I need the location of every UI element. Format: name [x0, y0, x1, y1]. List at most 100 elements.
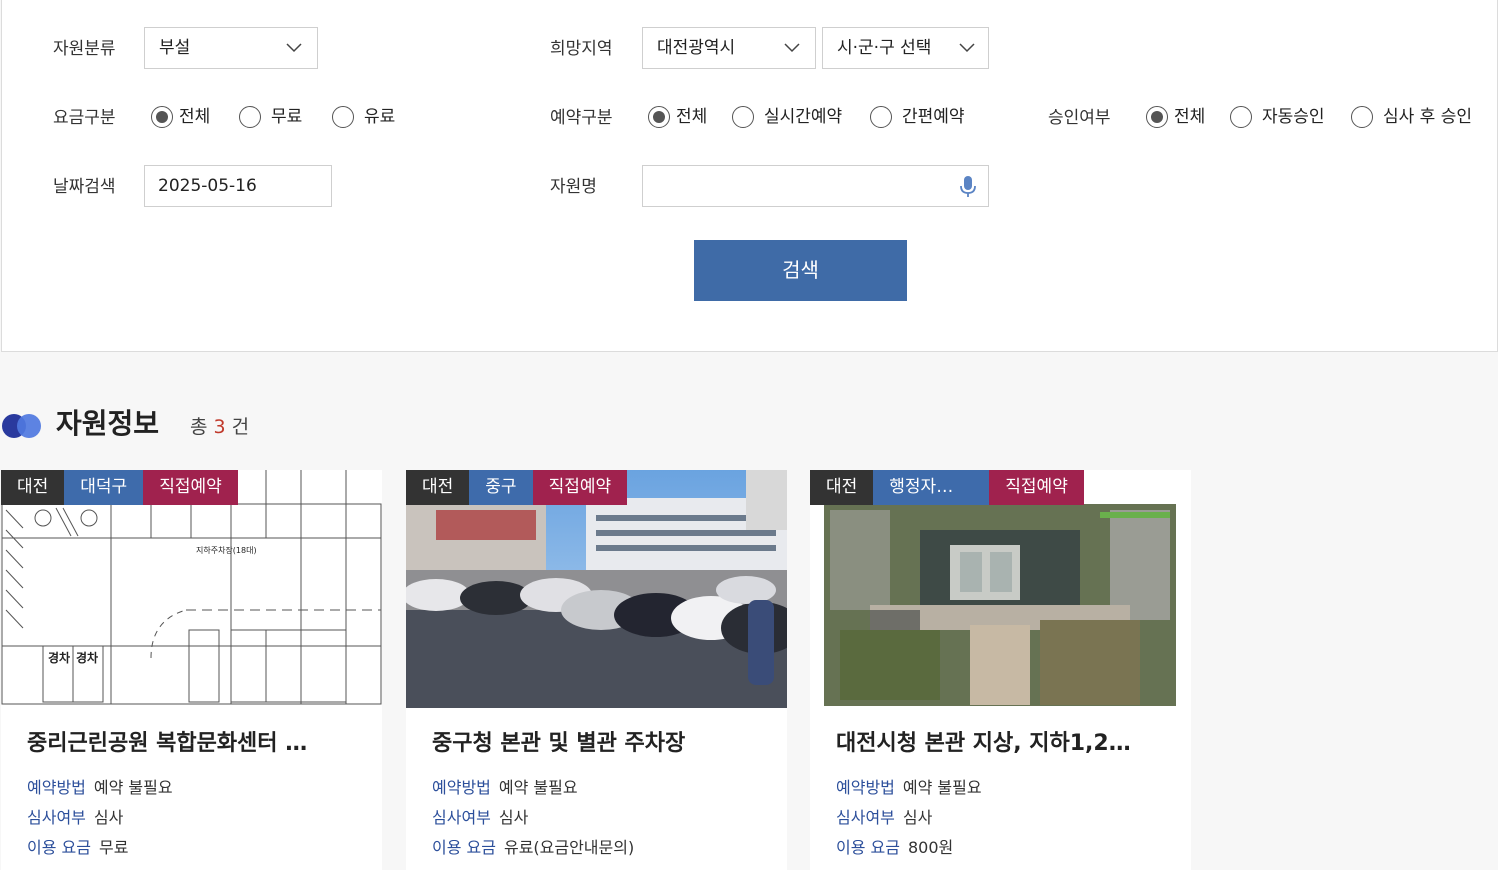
city-select[interactable]: 대전광역시: [642, 27, 816, 69]
info-key: 예약방법: [27, 778, 86, 797]
radio-label: 전체: [676, 107, 708, 127]
card-title[interactable]: 중구청 본관 및 별관 주차장: [432, 728, 685, 760]
resource-name-label: 자원명: [550, 177, 597, 197]
radio-label: 간편예약: [902, 107, 965, 127]
resource-type-label: 자원분류: [53, 39, 116, 59]
chevron-down-icon: [286, 43, 302, 53]
resource-card[interactable]: 대전 중구 직접예약 중구청 본관 및 별관 주차장 예약방법 예약 불필요 심사…: [406, 470, 787, 870]
badge-city: 대전: [406, 470, 470, 505]
info-value: 예약 불필요: [498, 778, 578, 797]
info-value: 800원: [907, 838, 954, 857]
info-key: 이용 요금: [836, 838, 900, 857]
info-value: 예약 불필요: [902, 778, 982, 797]
radio-label: 실시간예약: [764, 107, 843, 127]
info-key: 심사여부: [432, 808, 491, 827]
radio-label: 자동승인: [1262, 107, 1325, 127]
approval-radio-all[interactable]: 전체: [1146, 106, 1205, 128]
card-image[interactable]: 지하주차장(18대) 경차 경차: [1, 470, 382, 708]
info-value: 심사: [498, 808, 529, 827]
review-row: 심사여부 심사: [836, 807, 932, 829]
info-key: 심사여부: [836, 808, 895, 827]
date-input[interactable]: 2025-05-16: [144, 165, 332, 207]
booking-method-row: 예약방법 예약 불필요: [27, 777, 173, 799]
city-value: 대전광역시: [657, 38, 736, 58]
radio-circle: [1230, 106, 1252, 128]
microphone-icon[interactable]: [958, 175, 978, 199]
badge-district: 행정자…: [873, 470, 990, 505]
approval-label: 승인여부: [1048, 108, 1111, 128]
radio-label: 무료: [271, 107, 303, 127]
info-key: 이용 요금: [27, 838, 91, 857]
card-badges: 대전 행정자… 직접예약: [810, 470, 1084, 505]
info-value: 심사: [93, 808, 124, 827]
info-value: 심사: [902, 808, 933, 827]
badge-district: 대덕구: [64, 470, 144, 505]
booking-radio-realtime[interactable]: 실시간예약: [732, 106, 842, 128]
badge-booking: 직접예약: [989, 470, 1084, 505]
review-row: 심사여부 심사: [27, 807, 123, 829]
region-label: 희망지역: [550, 39, 613, 59]
date-value: 2025-05-16: [158, 176, 257, 196]
info-key: 이용 요금: [432, 838, 496, 857]
radio-label: 전체: [179, 107, 211, 127]
resource-type-value: 부설: [159, 38, 191, 58]
badge-booking: 직접예약: [532, 470, 628, 505]
total-suffix: 건: [231, 416, 250, 438]
review-row: 심사여부 심사: [432, 807, 528, 829]
radio-circle: [648, 106, 670, 128]
resource-type-select[interactable]: 부설: [144, 27, 318, 69]
resource-card[interactable]: 대전 행정자… 직접예약 대전시청 본관 지상, 지하1,2… 예약방법 예약 불…: [810, 470, 1191, 870]
card-title[interactable]: 대전시청 본관 지상, 지하1,2…: [836, 728, 1131, 760]
district-value: 시·군·구 선택: [837, 38, 932, 58]
radio-circle: [732, 106, 754, 128]
aerial-photo-image: [810, 470, 1191, 708]
booking-radio-simple[interactable]: 간편예약: [870, 106, 965, 128]
info-value: 예약 불필요: [93, 778, 173, 797]
fee-radio-free[interactable]: 무료: [239, 106, 302, 128]
booking-radio-all[interactable]: 전체: [648, 106, 707, 128]
total-prefix: 총: [190, 416, 208, 438]
card-image[interactable]: [810, 470, 1191, 708]
plan-compact-label: 경차: [48, 650, 70, 665]
info-value: 무료: [98, 838, 129, 857]
card-badges: 대전 중구 직접예약: [406, 470, 628, 505]
card-image[interactable]: [406, 470, 787, 708]
total-count: 총 3 건: [190, 414, 249, 440]
plan-compact-label: 경차: [76, 650, 98, 665]
district-select[interactable]: 시·군·구 선택: [822, 27, 989, 69]
fee-radio-all[interactable]: 전체: [151, 106, 210, 128]
fee-radio-paid[interactable]: 유료: [332, 106, 395, 128]
date-search-label: 날짜검색: [53, 177, 116, 197]
booking-type-label: 예약구분: [550, 108, 613, 128]
section-bullet-icon: [2, 414, 41, 438]
badge-district: 중구: [469, 470, 533, 505]
radio-circle: [151, 106, 173, 128]
approval-radio-auto[interactable]: 자동승인: [1230, 106, 1325, 128]
card-badges: 대전 대덕구 직접예약: [1, 470, 238, 505]
plan-lot-label: 지하주차장(18대): [196, 545, 257, 555]
badge-city: 대전: [810, 470, 874, 505]
card-title[interactable]: 중리근린공원 복합문화센터 …: [27, 728, 307, 760]
chevron-down-icon: [784, 43, 800, 53]
booking-method-row: 예약방법 예약 불필요: [432, 777, 578, 799]
info-key: 심사여부: [27, 808, 86, 827]
approval-radio-review[interactable]: 심사 후 승인: [1351, 106, 1472, 128]
info-value: 유료(요금안내문의): [503, 838, 635, 857]
radio-circle: [332, 106, 354, 128]
search-button[interactable]: 검색: [694, 240, 907, 301]
booking-method-row: 예약방법 예약 불필요: [836, 777, 982, 799]
search-panel: 자원분류 부설 희망지역 대전광역시 시·군·구 선택 요금구분 전체 무료 유…: [1, 0, 1498, 352]
radio-label: 심사 후 승인: [1383, 107, 1473, 127]
info-key: 예약방법: [836, 778, 895, 797]
info-key: 예약방법: [432, 778, 491, 797]
badge-city: 대전: [1, 470, 65, 505]
resource-card[interactable]: 지하주차장(18대) 경차 경차 대전 대덕구 직접예약 중리근린공원 복합문화…: [1, 470, 382, 870]
resource-name-input[interactable]: [642, 165, 989, 207]
fee-type-label: 요금구분: [53, 108, 116, 128]
parking-lot-photo-image: [406, 470, 787, 708]
chevron-down-icon: [959, 43, 975, 53]
parking-floor-plan-image: 지하주차장(18대) 경차 경차: [1, 470, 382, 708]
badge-booking: 직접예약: [143, 470, 238, 505]
radio-label: 유료: [364, 107, 396, 127]
radio-circle: [870, 106, 892, 128]
